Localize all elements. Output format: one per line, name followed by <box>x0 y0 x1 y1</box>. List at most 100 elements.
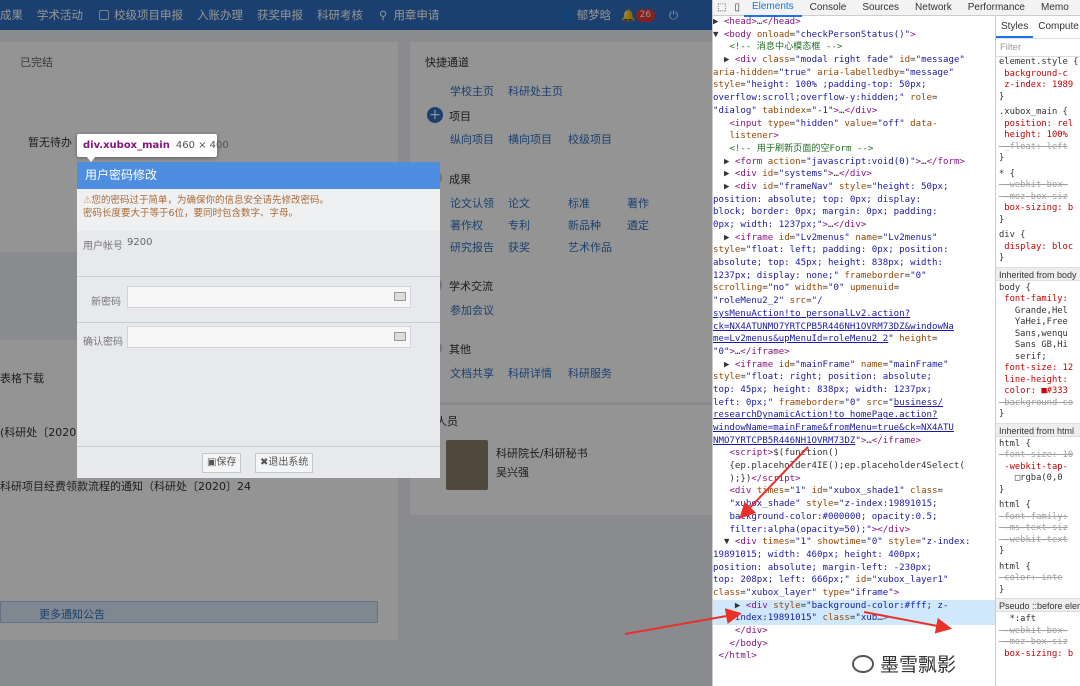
dom-line[interactable]: <!-- 用于刷新页面的空Form --> <box>713 143 995 156</box>
dialog-buttons: ▣保存 ✖退出系统 <box>77 446 440 478</box>
style-line: background-co <box>999 397 1074 408</box>
style-line: html { <box>999 561 1031 572</box>
dom-line[interactable]: ▶ <div class="modal right fade" id="mess… <box>713 54 995 67</box>
dom-line[interactable]: <script>$(function() <box>713 447 995 460</box>
dom-line[interactable]: <input type="hidden" value="off" data- <box>713 118 995 131</box>
new-password-input[interactable] <box>127 286 411 308</box>
inspect-icon[interactable]: ⬚ <box>713 2 730 13</box>
dom-line[interactable]: absolute; top: 45px; height: 838px; widt… <box>713 257 995 270</box>
wechat-icon <box>852 655 874 673</box>
save-button[interactable]: ▣保存 <box>202 453 242 473</box>
style-line: } <box>999 584 1005 595</box>
style-line: YaHei,Free <box>999 317 1068 327</box>
dom-line[interactable]: overflow:scroll;overflow-y:hidden;" role… <box>713 92 995 105</box>
dom-line[interactable]: ▶ <iframe id="Lv2menus" name="Lv2menus" <box>713 232 995 245</box>
dom-line[interactable]: <!-- 消息中心模态框 --> <box>713 41 995 54</box>
dialog-title: 用户密码修改 <box>77 162 440 189</box>
dom-line-selected[interactable]: index:19891015" class="xub…> <box>713 612 995 625</box>
tab-styles[interactable]: Styles <box>996 17 1034 38</box>
dom-line[interactable]: {ep.placeholder4IE();ep.placeholder4Sele… <box>713 460 995 473</box>
dom-line[interactable]: top: 45px; height: 838px; width: 1237px; <box>713 384 995 397</box>
exit-label: 退出系统 <box>268 457 309 468</box>
dom-line[interactable]: position: absolute; top: 0px; display: <box>713 194 995 207</box>
new-password-label: 新密码 <box>91 297 121 308</box>
style-line: *:aft <box>999 614 1037 624</box>
dom-tree[interactable]: ▶ <head>…</head> ▼ <body onload="checkPe… <box>713 16 995 686</box>
style-line: line-height: <box>999 374 1068 385</box>
tab-memory[interactable]: Memo <box>1033 0 1077 16</box>
dom-line[interactable]: block; border: 0px; margin: 0px; padding… <box>713 206 995 219</box>
dom-line[interactable]: background-color:#000000; opacity:0.5; <box>713 511 995 524</box>
dom-line[interactable]: "dialog" tabindex="-1">…</div> <box>713 105 995 118</box>
dom-line[interactable]: ▶ <div id="frameNav" style="height: 50px… <box>713 181 995 194</box>
warning-line-2: 密码长度要大于等于6位，要同时包含数字、字母。 <box>83 208 299 219</box>
tab-network[interactable]: Network <box>907 0 960 16</box>
dom-line[interactable]: </body> <box>713 638 995 651</box>
dom-line[interactable]: windowName=mainFrame&fromMenu=true&ck=NX… <box>713 422 995 435</box>
dom-line[interactable]: top: 208px; left: 666px;" id="xubox_laye… <box>713 574 995 587</box>
dom-line[interactable]: ▶ <div id="systems">…</div> <box>713 168 995 181</box>
dom-line[interactable]: </div> <box>713 625 995 638</box>
tooltip-arrow <box>86 156 96 162</box>
tab-computed[interactable]: Compute <box>1033 21 1080 33</box>
dom-line[interactable]: 1237px; display: none;" frameborder="0" <box>713 270 995 283</box>
dom-line[interactable]: aria-hidden="true" aria-labelledby="mess… <box>713 67 995 80</box>
tab-sources[interactable]: Sources <box>854 0 907 16</box>
account-row: 用户帐号 9200 <box>77 231 440 277</box>
style-line: font-family: <box>999 294 1068 304</box>
style-line: z-index: 1989 <box>999 80 1074 90</box>
style-line: □rgba(0,0 <box>999 473 1063 483</box>
dom-line[interactable]: listener> <box>713 130 995 143</box>
exit-button[interactable]: ✖退出系统 <box>255 453 314 473</box>
style-line: -webkit-tap- <box>999 461 1068 472</box>
style-line: height: 100% <box>999 130 1068 140</box>
dom-line[interactable]: style="height: 100% ;padding-top: 50px; <box>713 79 995 92</box>
dom-line[interactable]: ▼ <div times="1" showtime="0" style="z-i… <box>713 536 995 549</box>
dom-line[interactable]: sysMenuAction!to personalLv2.action? <box>713 308 995 321</box>
dom-line[interactable]: position: absolute; margin-left: -230px; <box>713 562 995 575</box>
pseudo-header: Pseudo ::before elem <box>996 598 1080 612</box>
dom-line[interactable]: 0px; width: 1237px;">…</div> <box>713 219 995 232</box>
dom-line[interactable]: "xubox_shade" style="z-index:19891015; <box>713 498 995 511</box>
dom-line[interactable]: "0">…</iframe> <box>713 346 995 359</box>
dom-line[interactable]: ▶ <iframe id="mainFrame" name="mainFrame… <box>713 359 995 372</box>
dom-line[interactable]: me=Lv2menus&upMenuId=roleMenu2 2" height… <box>713 333 995 346</box>
dom-line[interactable]: ▶ <head>…</head> <box>713 16 995 29</box>
dom-line[interactable]: ▼ <body onload="checkPersonStatus()"> <box>713 29 995 42</box>
dom-line[interactable]: 19891015; width: 460px; height: 400px; <box>713 549 995 562</box>
dom-line[interactable]: scrolling="no" width="0" upmenuid= <box>713 282 995 295</box>
dom-line-selected[interactable]: ▶ <div style="background-color:#fff; z- <box>713 599 995 613</box>
dom-line[interactable]: left: 0px;" frameborder="0" src="busines… <box>713 397 995 410</box>
tab-console[interactable]: Console <box>802 0 855 16</box>
confirm-password-input[interactable] <box>127 326 411 348</box>
style-line: Grande,Hel <box>999 305 1068 316</box>
style-line: element.style { <box>999 57 1079 67</box>
dom-line[interactable]: "roleMenu2_2" src="/ <box>713 295 995 308</box>
dom-line[interactable]: );})</script> <box>713 473 995 486</box>
dom-line[interactable]: class="xubox_layer" type="iframe"> <box>713 587 995 600</box>
device-icon[interactable]: ▯ <box>730 2 744 13</box>
style-line: } <box>999 153 1005 163</box>
style-line: -webkit-box- <box>999 180 1068 190</box>
style-line: -ms-text-siz <box>999 523 1068 533</box>
style-line: color: inte <box>999 573 1063 583</box>
tab-performance[interactable]: Performance <box>960 0 1033 16</box>
style-line: box-sizing: b <box>999 203 1074 213</box>
style-line: * { <box>999 168 1015 179</box>
style-line: html { <box>999 438 1031 449</box>
tab-elements[interactable]: Elements <box>743 0 802 17</box>
dom-line[interactable]: <div times="1" id="xubox_shade1" class= <box>713 485 995 498</box>
dom-line[interactable]: style="float: left; padding: 0px; positi… <box>713 244 995 257</box>
styles-tabs: Styles Compute <box>996 16 1080 39</box>
save-label: 保存 <box>216 457 237 468</box>
dom-line[interactable]: ▶ <form action="javascript:void(0)">…</f… <box>713 156 995 169</box>
style-line: -moz-box-siz <box>999 191 1068 202</box>
dom-line[interactable]: researchDynamicAction!to homePage.action… <box>713 409 995 422</box>
dom-line[interactable]: NMO7YRTCPB5R446NH1OVRM73DZ">…</iframe> <box>713 435 995 448</box>
keyboard-icon[interactable] <box>394 332 406 341</box>
dom-line[interactable]: filter:alpha(opacity=50);"></div> <box>713 524 995 537</box>
keyboard-icon[interactable] <box>394 292 406 301</box>
dom-line[interactable]: ck=NX4ATUNMO7YRTCPB5R446NH1OVRM73DZ&wind… <box>713 321 995 334</box>
dom-line[interactable]: style="float: right; position: absolute; <box>713 371 995 384</box>
styles-filter[interactable]: Filter <box>996 39 1080 57</box>
